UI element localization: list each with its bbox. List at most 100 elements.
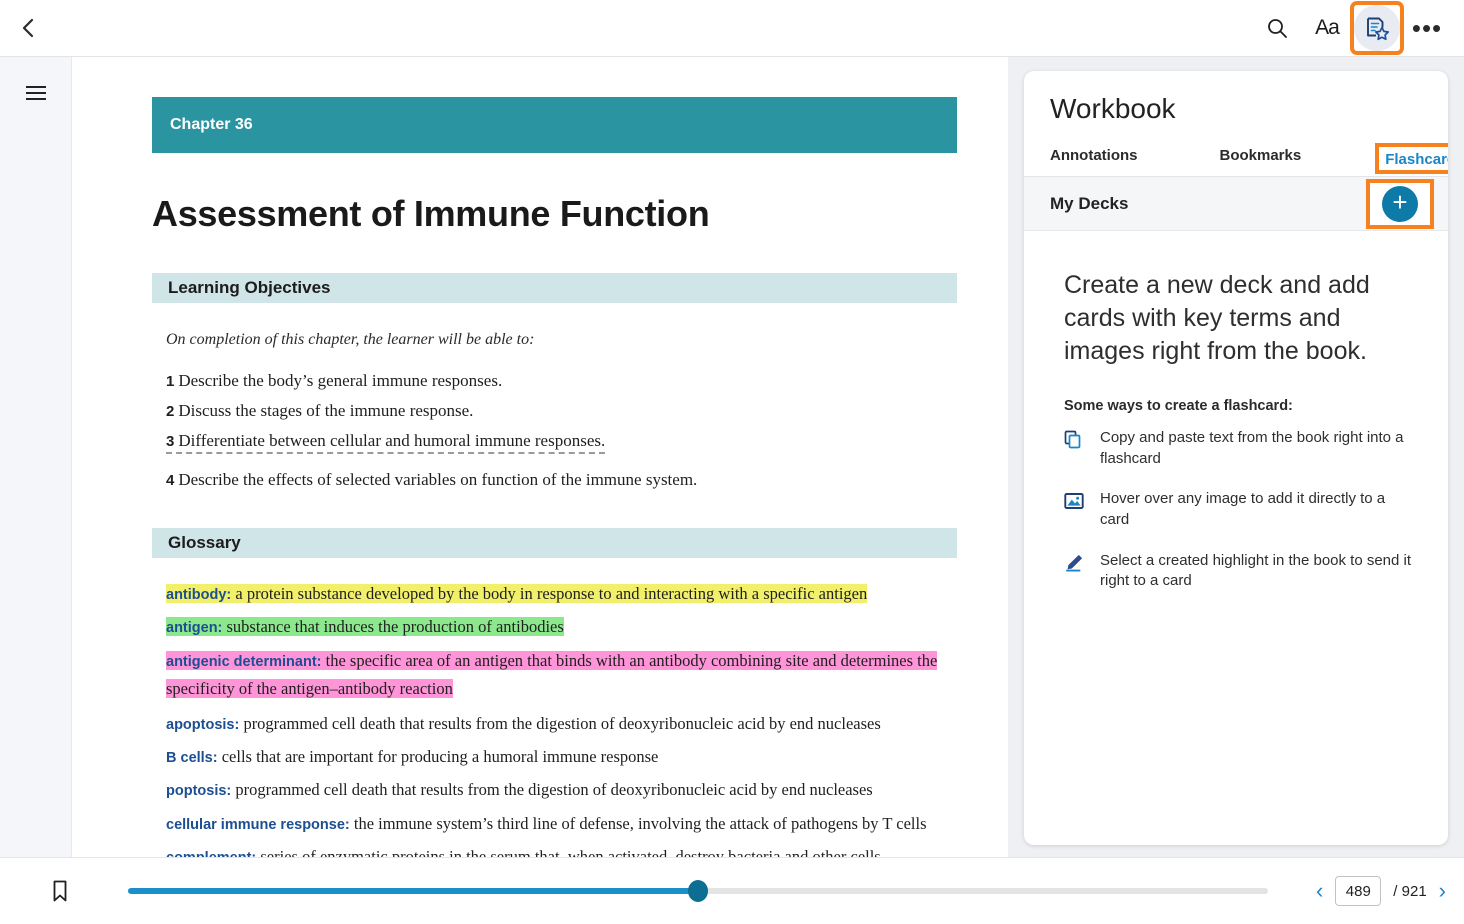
empty-state-headline: Create a new deck and add cards with key… xyxy=(1064,269,1418,368)
workbook-title: Workbook xyxy=(1024,71,1448,125)
tab-flashcards[interactable]: Flashcards xyxy=(1385,151,1448,168)
glossary-entry[interactable]: antigenic determinant: the specific area… xyxy=(166,647,944,704)
page-number-input[interactable]: 489 xyxy=(1335,876,1381,906)
glossary-list: antibody: a protein substance developed … xyxy=(152,580,944,857)
previous-page-button[interactable]: ‹ xyxy=(1316,878,1323,904)
left-sidebar xyxy=(0,57,72,857)
highlight-pink[interactable]: antigenic determinant: the specific area… xyxy=(166,651,937,698)
glossary-term: apoptosis: xyxy=(166,717,239,733)
highlighter-pen-icon xyxy=(1064,551,1086,578)
chapter-label: Chapter 36 xyxy=(170,116,253,134)
bottom-toolbar: ‹ 489 / 921 › xyxy=(0,857,1464,924)
way-item: Hover over any image to add it directly … xyxy=(1064,489,1418,530)
flashcards-empty-state: Create a new deck and add cards with key… xyxy=(1024,231,1448,612)
ways-heading: Some ways to create a flashcard: xyxy=(1064,398,1418,414)
glossary-definition: programmed cell death that results from … xyxy=(239,714,880,733)
glossary-term: complement: xyxy=(166,850,256,857)
glossary-entry[interactable]: cellular immune response: the immune sys… xyxy=(166,810,944,838)
bookmark-icon xyxy=(51,879,69,903)
objective-item: 4Describe the effects of selected variab… xyxy=(166,470,944,490)
image-icon xyxy=(1064,489,1086,516)
table-of-contents-button[interactable] xyxy=(21,81,51,105)
glossary-term: B cells: xyxy=(166,750,218,766)
workbook-star-icon xyxy=(1364,15,1390,41)
glossary-entry[interactable]: B cells: cells that are important for pr… xyxy=(166,743,944,771)
glossary-term: poptosis: xyxy=(166,783,231,799)
font-size-icon: Aa xyxy=(1315,16,1339,40)
workbook-button[interactable] xyxy=(1354,5,1400,51)
glossary-heading-label: Glossary xyxy=(168,533,241,553)
bookmark-button[interactable] xyxy=(32,879,88,903)
page-title: Assessment of Immune Function xyxy=(152,193,944,235)
add-deck-highlight: + xyxy=(1370,183,1430,225)
objective-text: Describe the effects of selected variabl… xyxy=(178,470,697,489)
font-size-button[interactable]: Aa xyxy=(1304,5,1350,51)
tab-annotations[interactable]: Annotations xyxy=(1050,147,1138,176)
next-page-button[interactable]: › xyxy=(1439,878,1446,904)
more-options-icon: ••• xyxy=(1412,23,1442,33)
slider-thumb[interactable] xyxy=(688,880,708,902)
progress-fill xyxy=(128,888,698,894)
objective-item: 2Discuss the stages of the immune respon… xyxy=(166,401,944,421)
learning-objectives-heading: Learning Objectives xyxy=(152,273,957,303)
glossary-entry[interactable]: apoptosis: programmed cell death that re… xyxy=(166,710,944,738)
page-navigation: ‹ 489 / 921 › xyxy=(1316,876,1464,906)
glossary-entry[interactable]: complement: series of enzymatic proteins… xyxy=(166,843,944,857)
glossary-term: cellular immune response: xyxy=(166,817,350,833)
objective-number: 3 xyxy=(166,433,174,450)
way-text: Copy and paste text from the book right … xyxy=(1100,428,1418,469)
objective-text: Describe the body’s general immune respo… xyxy=(178,371,502,390)
objectives-intro: On completion of this chapter, the learn… xyxy=(152,331,944,349)
top-toolbar: Aa ••• xyxy=(0,0,1464,57)
chevron-left-icon xyxy=(20,16,36,40)
learning-objectives-heading-label: Learning Objectives xyxy=(168,278,331,298)
objective-item: 1Describe the body’s general immune resp… xyxy=(166,371,944,391)
more-options-button[interactable]: ••• xyxy=(1404,5,1450,51)
workbook-tabs: Annotations Bookmarks Flashcards xyxy=(1024,147,1448,177)
glossary-definition: the immune system’s third line of defens… xyxy=(350,814,927,833)
chapter-band: Chapter 36 xyxy=(152,97,957,153)
toolbar-actions: Aa ••• xyxy=(1254,5,1464,51)
copy-icon xyxy=(1064,428,1086,455)
objective-text: Differentiate between cellular and humor… xyxy=(178,431,605,450)
total-pages-label: / 921 xyxy=(1393,883,1426,900)
page-progress-slider[interactable] xyxy=(128,888,1268,894)
glossary-entry[interactable]: antigen: substance that induces the prod… xyxy=(166,613,944,641)
objective-number: 2 xyxy=(166,403,174,420)
objective-text: Discuss the stages of the immune respons… xyxy=(178,401,473,420)
book-page: Chapter 36 Assessment of Immune Function… xyxy=(72,57,1008,857)
reader-app: Aa ••• xyxy=(0,0,1464,924)
objective-item-underlined[interactable]: 3Differentiate between cellular and humo… xyxy=(166,431,605,454)
tab-bookmarks[interactable]: Bookmarks xyxy=(1220,147,1302,176)
way-item: Copy and paste text from the book right … xyxy=(1064,428,1418,469)
tab-flashcards-highlight: Flashcards xyxy=(1379,147,1448,170)
my-decks-bar: My Decks + xyxy=(1024,177,1448,231)
glossary-entry[interactable]: antibody: a protein substance developed … xyxy=(166,580,944,608)
glossary-heading: Glossary xyxy=(152,528,957,558)
way-text: Select a created highlight in the book t… xyxy=(1100,551,1418,592)
workbook-card: Workbook Annotations Bookmarks Flashcard… xyxy=(1024,71,1448,845)
glossary-term: antigen: xyxy=(166,620,222,636)
hamburger-menu-icon xyxy=(26,92,46,94)
highlight-yellow[interactable]: antibody: a protein substance developed … xyxy=(166,584,867,603)
objective-number: 1 xyxy=(166,373,174,390)
way-item: Select a created highlight in the book t… xyxy=(1064,551,1418,592)
glossary-definition: series of enzymatic proteins in the seru… xyxy=(256,847,880,857)
search-button[interactable] xyxy=(1254,5,1300,51)
objectives-list: 1Describe the body’s general immune resp… xyxy=(152,371,944,490)
back-button[interactable] xyxy=(0,0,56,56)
glossary-definition: a protein substance developed by the bod… xyxy=(231,584,867,603)
ways-list: Copy and paste text from the book right … xyxy=(1064,428,1418,592)
glossary-term: antibody: xyxy=(166,587,231,603)
glossary-definition: cells that are important for producing a… xyxy=(218,747,659,766)
workbook-panel: Workbook Annotations Bookmarks Flashcard… xyxy=(1008,57,1464,857)
glossary-definition: substance that induces the production of… xyxy=(222,617,563,636)
my-decks-label: My Decks xyxy=(1050,194,1128,214)
add-deck-button[interactable]: + xyxy=(1382,186,1418,222)
glossary-entry[interactable]: poptosis: programmed cell death that res… xyxy=(166,776,944,804)
glossary-term: antigenic determinant: xyxy=(166,654,322,670)
search-icon xyxy=(1266,17,1288,39)
way-text: Hover over any image to add it directly … xyxy=(1100,489,1418,530)
objective-number: 4 xyxy=(166,472,174,489)
highlight-green[interactable]: antigen: substance that induces the prod… xyxy=(166,617,564,636)
